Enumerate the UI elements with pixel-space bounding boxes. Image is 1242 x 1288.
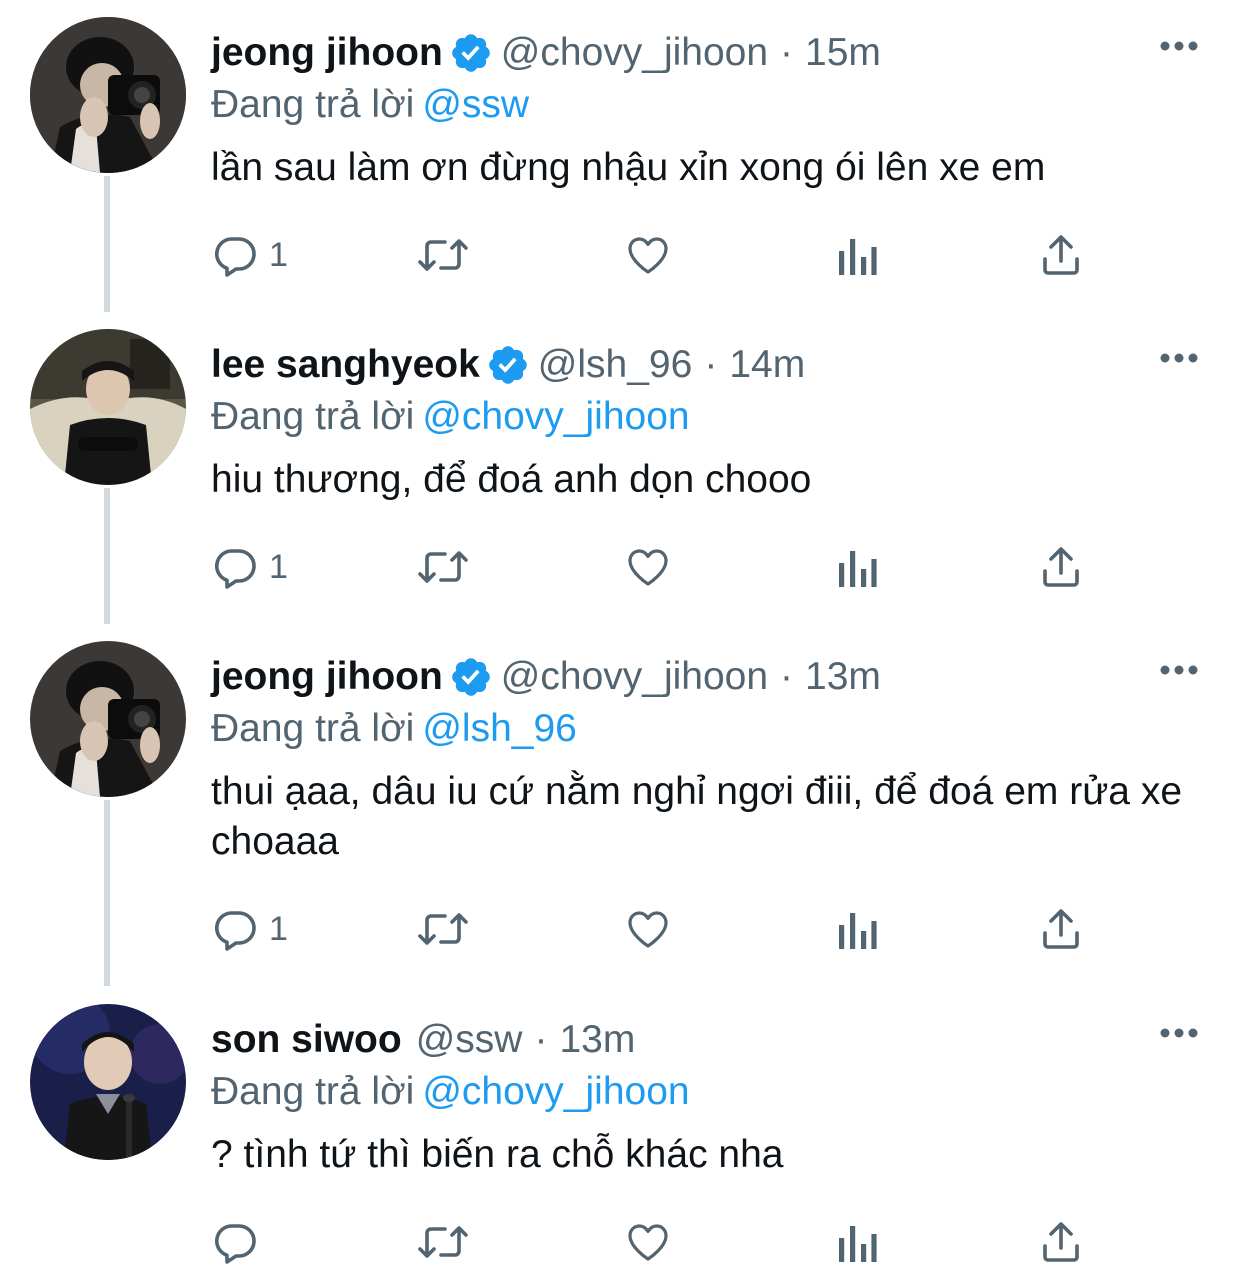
more-dots-icon[interactable] (1158, 351, 1200, 365)
tweet-actions: 1 (211, 537, 1111, 597)
replying-to: Đang trả lời @chovy_jihoon (211, 1064, 690, 1120)
share-upload-icon (1043, 235, 1079, 275)
reply-button[interactable]: 1 (211, 537, 288, 597)
tweet[interactable]: jeong jihoon @chovy_jihoon · 15m Đang tr… (0, 17, 1242, 317)
timestamp[interactable]: 14m (729, 337, 805, 393)
like-button[interactable] (623, 1212, 673, 1272)
separator-dot: · (534, 1018, 548, 1061)
speech-bubble-icon (214, 237, 256, 277)
reply-button[interactable]: 1 (211, 225, 288, 285)
heart-icon (628, 911, 668, 948)
more-dots-icon[interactable] (1158, 663, 1200, 677)
like-button[interactable] (623, 537, 673, 597)
retweet-icon (418, 1226, 468, 1258)
verified-badge-icon (486, 343, 530, 387)
reply-thread: jeong jihoon @chovy_jihoon · 15m Đang tr… (0, 0, 1242, 1288)
like-button[interactable] (623, 225, 673, 285)
reply-count: 1 (269, 547, 288, 586)
tweet-actions: 1 (211, 225, 1111, 285)
like-button[interactable] (623, 899, 673, 959)
replying-to-label: Đang trả lời (211, 707, 415, 750)
tweet-text: lần sau làm ơn đừng nhậu xỉn xong ói lên… (211, 146, 1046, 189)
tweet-actions: 1 (211, 899, 1111, 959)
separator-dot: · (704, 343, 718, 386)
reply-mention-link[interactable]: @chovy_jihoon (422, 1070, 689, 1113)
tweet-text: thui ạaa, dâu iu cứ nằm nghỉ ngơi điii, … (211, 770, 1183, 863)
tweet-actions (211, 1212, 1111, 1272)
retweet-icon (418, 551, 468, 583)
handle[interactable]: @lsh_96 (538, 337, 693, 393)
heart-icon (628, 237, 668, 274)
display-name[interactable]: son siwoo (211, 1012, 402, 1068)
bar-chart-icon (839, 1226, 877, 1262)
speech-bubble-icon (214, 911, 256, 951)
analytics-button[interactable] (835, 537, 879, 597)
reply-mention-link[interactable]: @chovy_jihoon (422, 395, 689, 438)
share-button[interactable] (1037, 899, 1085, 959)
tweet-text: hiu thương, để đoá anh dọn chooo (211, 458, 812, 501)
timestamp[interactable]: 13m (559, 1012, 635, 1068)
reply-button[interactable] (211, 1212, 269, 1272)
share-upload-icon (1043, 909, 1079, 949)
retweet-button[interactable] (415, 1212, 471, 1272)
reply-count: 1 (269, 909, 288, 948)
speech-bubble-icon (214, 1224, 256, 1264)
tweet-header: son siwoo @ssw · 13m (211, 1012, 635, 1068)
reply-count: 1 (269, 235, 288, 274)
speech-bubble-icon (214, 549, 256, 589)
avatar[interactable] (30, 1004, 186, 1160)
handle[interactable]: @ssw (416, 1012, 523, 1068)
replying-to-label: Đang trả lời (211, 1070, 415, 1113)
more-dots-icon[interactable] (1158, 1026, 1200, 1040)
heart-icon (628, 549, 668, 586)
replying-to: Đang trả lời @chovy_jihoon (211, 389, 690, 445)
more-dots-icon[interactable] (1158, 39, 1200, 53)
retweet-icon (418, 913, 468, 945)
reply-button[interactable]: 1 (211, 899, 288, 959)
share-button[interactable] (1037, 537, 1085, 597)
display-name[interactable]: lee sanghyeok (211, 337, 480, 393)
replying-to-label: Đang trả lời (211, 395, 415, 438)
replying-to: Đang trả lời @ssw (211, 77, 529, 133)
analytics-button[interactable] (835, 1212, 879, 1272)
avatar[interactable] (30, 641, 186, 797)
display-name[interactable]: jeong jihoon (211, 25, 443, 81)
separator-dot: · (780, 655, 794, 698)
retweet-button[interactable] (415, 225, 471, 285)
tweet[interactable]: lee sanghyeok @lsh_96 · 14m Đang trả lời… (0, 329, 1242, 629)
replying-to-label: Đang trả lời (211, 83, 415, 126)
share-upload-icon (1043, 547, 1079, 587)
retweet-button[interactable] (415, 899, 471, 959)
handle[interactable]: @chovy_jihoon (501, 25, 768, 81)
separator-dot: · (780, 31, 794, 74)
bar-chart-icon (839, 913, 877, 949)
share-upload-icon (1043, 1222, 1079, 1262)
bar-chart-icon (839, 551, 877, 587)
retweet-icon (418, 239, 468, 271)
verified-badge-icon (449, 655, 493, 699)
timestamp[interactable]: 15m (805, 25, 881, 81)
reply-mention-link[interactable]: @lsh_96 (422, 707, 577, 750)
handle[interactable]: @chovy_jihoon (501, 649, 768, 705)
tweet-text: ? tình tứ thì biến ra chỗ khác nha (211, 1133, 784, 1176)
heart-icon (628, 1224, 668, 1261)
timestamp[interactable]: 13m (805, 649, 881, 705)
tweet-header: lee sanghyeok @lsh_96 · 14m (211, 337, 805, 393)
retweet-button[interactable] (415, 537, 471, 597)
verified-badge-icon (449, 31, 493, 75)
analytics-button[interactable] (835, 225, 879, 285)
avatar[interactable] (30, 329, 186, 485)
tweet[interactable]: son siwoo @ssw · 13m Đang trả lời @chovy_… (0, 1004, 1242, 1288)
avatar[interactable] (30, 17, 186, 173)
tweet[interactable]: jeong jihoon @chovy_jihoon · 13m Đang tr… (0, 641, 1242, 991)
share-button[interactable] (1037, 1212, 1085, 1272)
tweet-header: jeong jihoon @chovy_jihoon · 13m (211, 649, 881, 705)
analytics-button[interactable] (835, 899, 879, 959)
replying-to: Đang trả lời @lsh_96 (211, 701, 577, 757)
share-button[interactable] (1037, 225, 1085, 285)
reply-mention-link[interactable]: @ssw (422, 83, 529, 126)
bar-chart-icon (839, 239, 877, 275)
display-name[interactable]: jeong jihoon (211, 649, 443, 705)
tweet-header: jeong jihoon @chovy_jihoon · 15m (211, 25, 881, 81)
